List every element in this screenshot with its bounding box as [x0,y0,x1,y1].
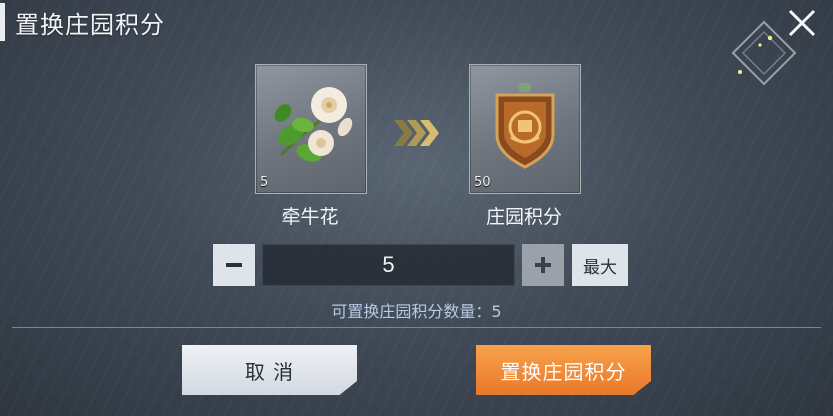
source-item-slot[interactable]: 5 [255,64,367,194]
close-icon [788,9,816,37]
background-texture [0,0,833,416]
confirm-button-label: 置换庄园积分 [500,359,627,384]
confirm-exchange-button[interactable]: 置换庄园积分 [476,345,651,395]
increase-button[interactable] [522,244,564,286]
exchangeable-points-hint: 可置换庄园积分数量：5 [331,302,502,321]
decrease-button[interactable] [213,244,255,286]
title-accent-bar [0,3,5,41]
source-item-name: 牵牛花 [281,206,339,228]
minus-icon [226,263,242,267]
dialog-title: 置换庄园积分 [15,10,165,39]
plus-icon [535,257,551,273]
target-item-count: 50 [474,175,491,190]
source-item-count: 5 [260,175,269,190]
manor-points-badge-icon [495,83,555,169]
close-button[interactable] [787,8,817,38]
cancel-button[interactable]: 取 消 [182,345,357,395]
chevron-right-arrows-icon [394,120,439,146]
max-button[interactable]: 最大 [572,244,628,286]
target-item-name: 庄园积分 [485,206,562,228]
quantity-input[interactable]: 5 [262,244,515,286]
title-bar: 置换庄园积分 [0,0,380,44]
cancel-button-label: 取 消 [244,359,295,384]
morning-glory-flower-icon [274,87,353,162]
divider [12,327,821,328]
target-item-slot[interactable]: 50 [469,64,581,194]
